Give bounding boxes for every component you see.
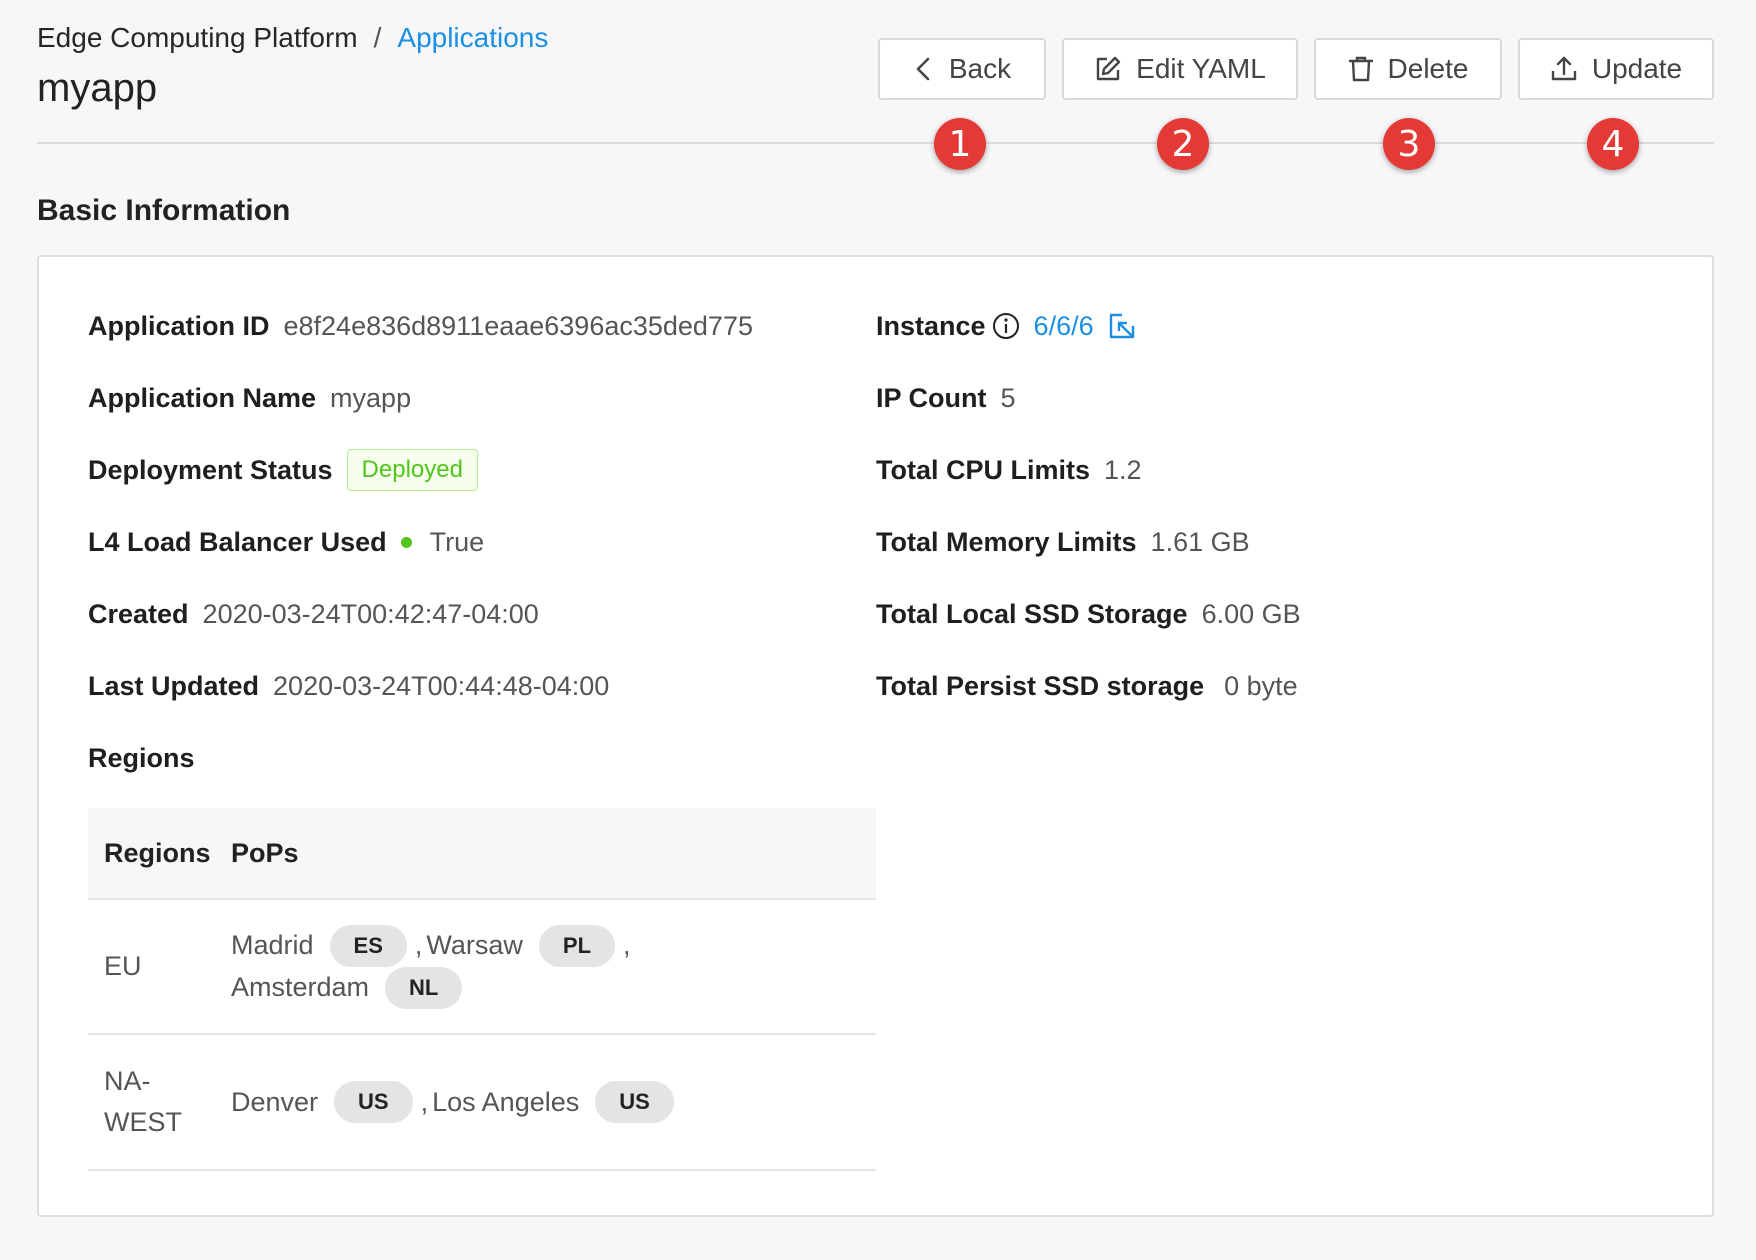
persist-ssd-value: 0 byte xyxy=(1224,670,1298,701)
persist-ssd-label: Total Persist SSD storage xyxy=(876,670,1205,701)
l4-load-balancer-field: L4 Load Balancer Used True xyxy=(88,522,484,562)
country-code-badge: US xyxy=(334,1081,413,1123)
application-id-label: Application ID xyxy=(88,310,270,341)
breadcrumb-applications-link[interactable]: Applications xyxy=(397,22,548,54)
table-header: Regions PoPs xyxy=(88,808,876,900)
memory-limits-field: Total Memory Limits 1.61 GB xyxy=(876,522,1250,562)
cpu-limits-label: Total CPU Limits xyxy=(876,454,1091,485)
memory-limits-value: 1.61 GB xyxy=(1150,526,1250,557)
info-icon[interactable] xyxy=(992,312,1020,340)
trash-icon xyxy=(1348,55,1374,83)
external-link-icon[interactable] xyxy=(1108,312,1136,340)
annotation-marker-1: 1 xyxy=(934,118,986,170)
basic-information-card: Application ID e8f24e836d8911eaae6396ac3… xyxy=(37,255,1714,1217)
breadcrumb-separator: / xyxy=(373,22,382,53)
status-badge: Deployed xyxy=(346,449,478,491)
application-id-value: e8f24e836d8911eaae6396ac35ded775 xyxy=(283,310,753,341)
pop-separator: , xyxy=(623,930,631,960)
application-detail-page: Edge Computing Platform / Applications m… xyxy=(0,0,1756,1260)
pops-cell: Madrid ES , Warsaw PL , Amsterdam NL xyxy=(231,924,876,1009)
instance-field: Instance 6/6/6 xyxy=(876,306,1136,346)
application-name-value: myapp xyxy=(330,382,412,413)
regions-heading: Regions xyxy=(88,742,195,773)
local-ssd-label: Total Local SSD Storage xyxy=(876,598,1188,629)
application-name-label: Application Name xyxy=(88,382,317,413)
last-updated-label: Last Updated xyxy=(88,670,260,701)
application-id-field: Application ID e8f24e836d8911eaae6396ac3… xyxy=(88,306,753,346)
delete-button-label: Delete xyxy=(1387,53,1469,84)
created-field: Created 2020-03-24T00:42:47-04:00 xyxy=(88,594,539,634)
last-updated-field: Last Updated 2020-03-24T00:44:48-04:00 xyxy=(88,666,609,706)
pop-separator: , xyxy=(420,1086,429,1117)
country-code-badge: US xyxy=(595,1081,674,1123)
cpu-limits-field: Total CPU Limits 1.2 xyxy=(876,450,1142,490)
breadcrumb: Edge Computing Platform / Applications xyxy=(37,22,548,54)
edit-yaml-button-label: Edit YAML xyxy=(1136,53,1266,84)
local-ssd-value: 6.00 GB xyxy=(1201,598,1301,629)
region-name-line: NA- xyxy=(104,1066,151,1096)
pop-separator: , xyxy=(414,930,423,960)
column-header-pops: PoPs xyxy=(231,837,299,868)
annotation-marker-2: 2 xyxy=(1157,118,1209,170)
update-button[interactable]: Update xyxy=(1518,38,1714,100)
instance-value-link[interactable]: 6/6/6 xyxy=(1034,311,1094,342)
back-button[interactable]: Back xyxy=(878,38,1046,100)
pop-city: Amsterdam xyxy=(231,972,370,1002)
region-cell: NA- WEST xyxy=(88,1061,231,1143)
last-updated-value: 2020-03-24T00:44:48-04:00 xyxy=(273,670,610,701)
ip-count-field: IP Count 5 xyxy=(876,378,1016,418)
status-dot-icon xyxy=(400,536,412,548)
l4-load-balancer-label: L4 Load Balancer Used xyxy=(88,526,387,557)
regions-table: Regions PoPs EU Madrid ES , Warsaw PL , … xyxy=(88,808,876,1171)
column-header-regions: Regions xyxy=(104,837,211,868)
ip-count-value: 5 xyxy=(1000,382,1016,413)
table-row: NA- WEST Denver US , Los Angeles US xyxy=(88,1035,876,1171)
section-title: Basic Information xyxy=(37,194,291,227)
pop-city: Denver xyxy=(231,1086,319,1117)
edit-icon xyxy=(1094,55,1122,83)
l4-load-balancer-value: True xyxy=(429,526,485,557)
delete-button[interactable]: Delete xyxy=(1314,38,1502,100)
pop-city: Los Angeles xyxy=(432,1086,580,1117)
breadcrumb-root: Edge Computing Platform xyxy=(37,22,358,53)
update-button-label: Update xyxy=(1591,53,1683,84)
page-title: myapp xyxy=(37,66,158,110)
region-cell: EU xyxy=(104,951,142,981)
table-row: EU Madrid ES , Warsaw PL , Amsterdam NL xyxy=(88,900,876,1035)
deployment-status-field: Deployment Status Deployed xyxy=(88,449,478,491)
instance-label: Instance xyxy=(876,310,986,341)
ip-count-label: IP Count xyxy=(876,382,987,413)
persist-ssd-field: Total Persist SSD storage 0 byte xyxy=(876,666,1298,706)
created-value: 2020-03-24T00:42:47-04:00 xyxy=(202,598,539,629)
back-button-label: Back xyxy=(948,53,1012,84)
annotation-marker-4: 4 xyxy=(1587,118,1639,170)
deployment-status-label: Deployment Status xyxy=(88,454,333,485)
regions-heading-field: Regions xyxy=(88,738,209,778)
chevron-left-icon xyxy=(913,56,935,82)
pops-cell: Denver US , Los Angeles US xyxy=(231,1081,876,1123)
local-ssd-field: Total Local SSD Storage 6.00 GB xyxy=(876,594,1301,634)
cpu-limits-value: 1.2 xyxy=(1104,454,1142,485)
upload-icon xyxy=(1550,55,1578,83)
application-name-field: Application Name myapp xyxy=(88,378,411,418)
pop-city: Madrid xyxy=(231,930,314,960)
pop-city: Warsaw xyxy=(426,930,523,960)
edit-yaml-button[interactable]: Edit YAML xyxy=(1062,38,1298,100)
region-name-line: WEST xyxy=(104,1107,182,1137)
country-code-badge: NL xyxy=(385,966,463,1009)
memory-limits-label: Total Memory Limits xyxy=(876,526,1137,557)
country-code-badge: PL xyxy=(538,924,616,967)
annotation-marker-3: 3 xyxy=(1383,118,1435,170)
country-code-badge: ES xyxy=(329,924,407,967)
created-label: Created xyxy=(88,598,189,629)
header-divider xyxy=(37,142,1714,144)
